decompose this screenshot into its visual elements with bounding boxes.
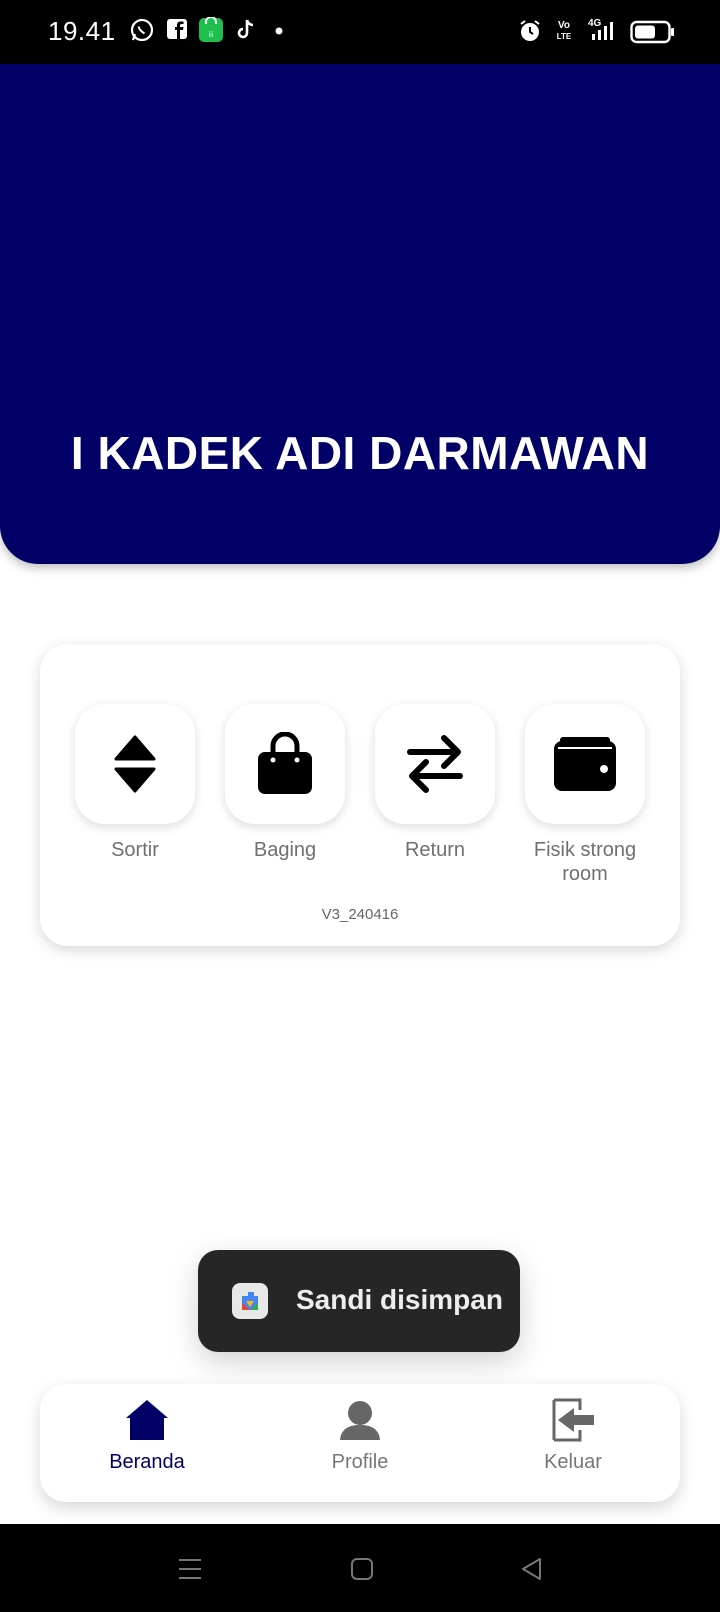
volte-label-bottom: LTE (556, 32, 572, 41)
menu-item-sortir[interactable]: Sortir (60, 704, 210, 862)
facebook-icon (167, 19, 187, 39)
nav-item-profile[interactable]: Profile (253, 1398, 467, 1474)
volte-label-top: Vo (557, 20, 571, 31)
whatsapp-icon (130, 18, 154, 42)
bottom-nav: Beranda Profile Keluar (40, 1384, 680, 1502)
menu-label-fisik-strong-room: Fisik strong room (533, 839, 637, 885)
nav-label-keluar: Keluar (544, 1451, 602, 1473)
google-play-services-icon (232, 1283, 268, 1319)
menu-tile-fisik-strong-room[interactable] (525, 704, 645, 824)
menu-item-return[interactable]: Return (360, 704, 510, 862)
status-bar: 19.41 ii Vo LTE 4G (0, 0, 720, 64)
back-icon[interactable] (520, 1557, 544, 1581)
bag-icon (258, 732, 312, 794)
nav-item-keluar[interactable]: Keluar (466, 1398, 680, 1474)
network-type: 4G (588, 18, 602, 29)
menu-tile-baging[interactable] (225, 704, 345, 824)
menu-tile-sortir[interactable] (75, 704, 195, 824)
menu-item-fisik-strong-room[interactable]: Fisik strong room (510, 704, 660, 886)
logout-icon (552, 1398, 594, 1442)
signal-icon: 4G (586, 18, 630, 44)
toast-text: Sandi disimpan (296, 1284, 503, 1315)
person-icon (340, 1401, 380, 1440)
menu-label-return: Return (404, 839, 466, 861)
volte-icon: Vo LTE (554, 20, 574, 42)
menu-tile-return[interactable] (375, 704, 495, 824)
system-nav-bar (0, 1524, 720, 1612)
nav-label-profile: Profile (331, 1451, 389, 1473)
svg-text:ii: ii (209, 30, 213, 39)
profile-header: I KADEK ADI DARMAWAN (0, 64, 720, 564)
app-version: V3_240416 (321, 906, 399, 923)
home-icon (126, 1400, 168, 1440)
store-icon: ii (199, 17, 223, 42)
toast: Sandi disimpan (198, 1250, 520, 1352)
menu-item-baging[interactable]: Baging (210, 704, 360, 862)
nav-item-beranda[interactable]: Beranda (40, 1398, 254, 1474)
home-square-icon[interactable] (350, 1557, 374, 1581)
swap-arrows-icon (407, 735, 463, 793)
menu-label-baging: Baging (253, 839, 317, 861)
dot-icon (275, 27, 283, 35)
menu-label-sortir: Sortir (111, 839, 159, 861)
status-time: 19.41 (48, 16, 116, 46)
alarm-icon (520, 20, 540, 41)
sort-icon (114, 735, 156, 793)
menu-icon[interactable] (178, 1558, 202, 1580)
user-name: I KADEK ADI DARMAWAN (70, 427, 650, 479)
battery-icon (630, 20, 674, 44)
tiktok-icon (237, 19, 254, 39)
nav-label-beranda: Beranda (109, 1451, 185, 1473)
wallet-icon (554, 737, 616, 791)
menu-card: Sortir Baging Return Fisik strong room V… (40, 644, 680, 946)
